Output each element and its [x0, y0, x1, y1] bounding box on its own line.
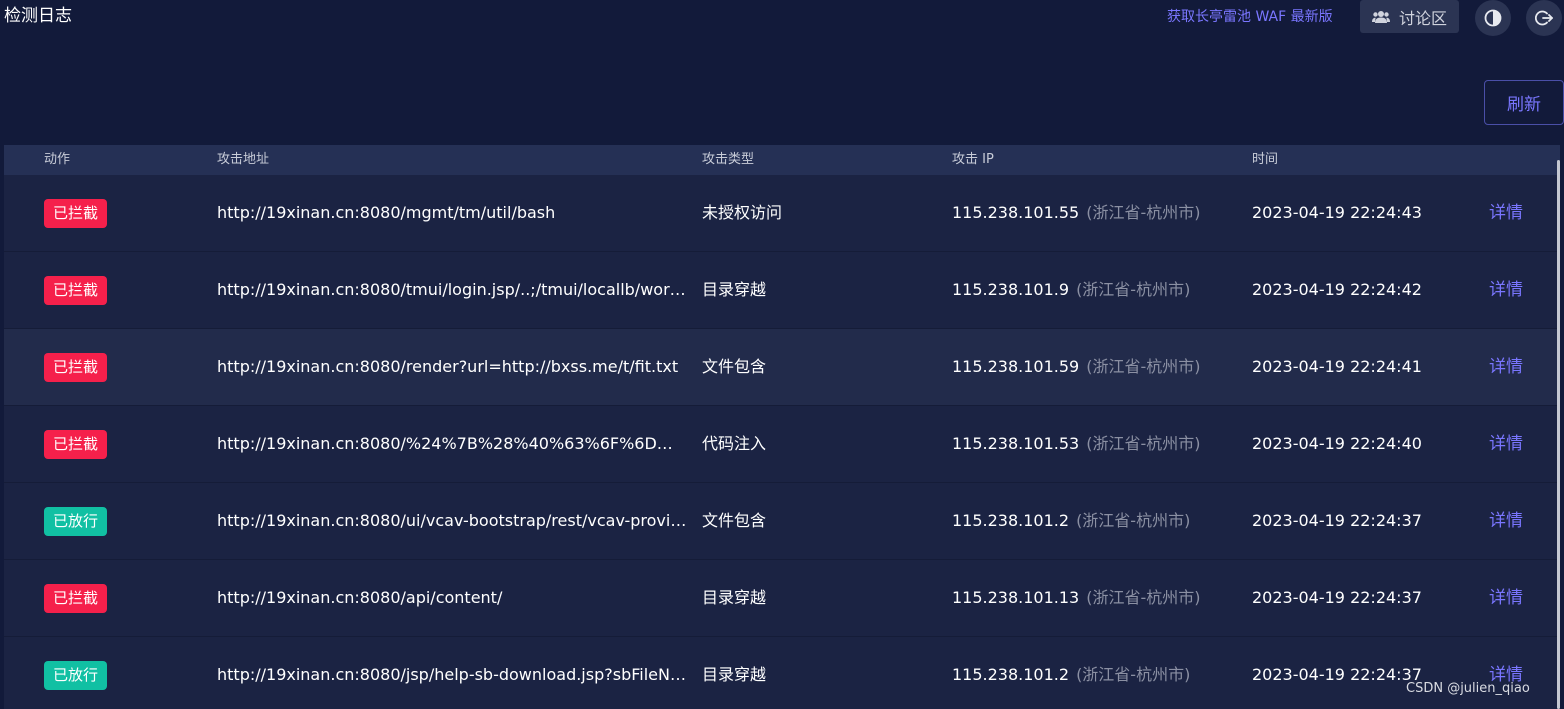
refresh-button[interactable]: 刷新 [1484, 80, 1564, 125]
attack-ip-cell: 115.238.101.53 (浙江省-杭州市) [952, 406, 1201, 482]
table-row: 已拦截 http://19xinan.cn:8080/%24%7B%28%40%… [4, 406, 1560, 483]
action-cell: 已拦截 [44, 252, 108, 328]
detail-link[interactable]: 详情 [1489, 560, 1523, 636]
attack-ip-cell: 115.238.101.2 (浙江省-杭州市) [952, 637, 1190, 709]
ip-location: (浙江省-杭州市) [1076, 665, 1191, 684]
theme-toggle-icon [1484, 9, 1502, 27]
ip-location: (浙江省-杭州市) [1076, 280, 1191, 299]
detail-link[interactable]: 详情 [1489, 252, 1523, 328]
attack-time: 2023-04-19 22:24:37 [1252, 511, 1422, 530]
action-cell: 已拦截 [44, 406, 108, 482]
detail-link[interactable]: 详情 [1489, 483, 1523, 559]
attack-type: 目录穿越 [702, 588, 767, 607]
attack-url: http://19xinan.cn:8080/ui/vcav-bootstrap… [217, 511, 687, 530]
table-header: 动作 攻击地址 攻击类型 攻击 IP 时间 [4, 145, 1560, 175]
attack-ip-cell: 115.238.101.55 (浙江省-杭州市) [952, 175, 1201, 251]
attack-type: 未授权访问 [702, 203, 783, 222]
action-cell: 已拦截 [44, 329, 108, 405]
attack-type: 目录穿越 [702, 665, 767, 684]
table-row: 已放行 http://19xinan.cn:8080/jsp/help-sb-d… [4, 637, 1560, 709]
column-header-time: 时间 [1252, 152, 1279, 167]
attack-type: 代码注入 [702, 434, 767, 453]
logout-button[interactable] [1526, 0, 1562, 36]
column-header-type: 攻击类型 [702, 152, 755, 167]
table-row: 已拦截 http://19xinan.cn:8080/tmui/login.js… [4, 252, 1560, 329]
attack-ip-cell: 115.238.101.59 (浙江省-杭州市) [952, 329, 1201, 405]
column-header-ip: 攻击 IP [952, 152, 994, 167]
app-window: 检测日志 获取长亭雷池 WAF 最新版 讨论区 刷新 动作 攻击地址 攻击类型 … [0, 0, 1564, 709]
table-row: 已放行 http://19xinan.cn:8080/ui/vcav-boots… [4, 483, 1560, 560]
action-cell: 已放行 [44, 637, 108, 709]
attack-url: http://19xinan.cn:8080/%24%7B%28%40%63%6… [217, 434, 687, 453]
table-row: 已拦截 http://19xinan.cn:8080/render?url=ht… [4, 329, 1560, 406]
attack-time: 2023-04-19 22:24:43 [1252, 203, 1422, 222]
status-badge: 已拦截 [44, 276, 108, 305]
attack-url: http://19xinan.cn:8080/api/content/ [217, 588, 503, 607]
theme-toggle-button[interactable] [1475, 0, 1511, 36]
action-cell: 已拦截 [44, 175, 108, 251]
attack-ip: 115.238.101.59 [952, 357, 1080, 376]
attack-url: http://19xinan.cn:8080/jsp/help-sb-downl… [217, 665, 687, 684]
ip-location: (浙江省-杭州市) [1086, 588, 1201, 607]
users-icon [1371, 10, 1390, 23]
table-row: 已拦截 http://19xinan.cn:8080/api/content/ … [4, 560, 1560, 637]
attack-ip: 115.238.101.9 [952, 280, 1070, 299]
page-title: 检测日志 [4, 6, 72, 26]
attack-time: 2023-04-19 22:24:37 [1252, 588, 1422, 607]
detail-link[interactable]: 详情 [1489, 175, 1523, 251]
attack-ip: 115.238.101.13 [952, 588, 1080, 607]
get-latest-link[interactable]: 获取长亭雷池 WAF 最新版 [1167, 7, 1333, 27]
attack-type: 文件包含 [702, 357, 767, 376]
attack-ip-cell: 115.238.101.9 (浙江省-杭州市) [952, 252, 1190, 328]
attack-url: http://19xinan.cn:8080/tmui/login.jsp/..… [217, 280, 687, 299]
status-badge: 已拦截 [44, 199, 108, 228]
watermark: CSDN @julien_qiao [1406, 681, 1530, 696]
status-badge: 已拦截 [44, 584, 108, 613]
status-badge: 已拦截 [44, 353, 108, 382]
attack-type: 文件包含 [702, 511, 767, 530]
forum-button[interactable]: 讨论区 [1360, 0, 1459, 33]
ip-location: (浙江省-杭州市) [1086, 357, 1201, 376]
column-header-action: 动作 [44, 152, 71, 167]
action-cell: 已拦截 [44, 560, 108, 636]
detection-log-table: 动作 攻击地址 攻击类型 攻击 IP 时间 已拦截 http://19xinan… [4, 145, 1560, 709]
ip-location: (浙江省-杭州市) [1086, 203, 1201, 222]
detail-link[interactable]: 详情 [1489, 329, 1523, 405]
attack-ip: 115.238.101.55 [952, 203, 1080, 222]
attack-time: 2023-04-19 22:24:41 [1252, 357, 1422, 376]
attack-time: 2023-04-19 22:24:37 [1252, 665, 1422, 684]
attack-time: 2023-04-19 22:24:40 [1252, 434, 1422, 453]
forum-label: 讨论区 [1398, 8, 1447, 28]
status-badge: 已放行 [44, 661, 108, 690]
attack-ip: 115.238.101.2 [952, 511, 1070, 530]
attack-time: 2023-04-19 22:24:42 [1252, 280, 1422, 299]
detail-link[interactable]: 详情 [1489, 637, 1523, 709]
attack-ip: 115.238.101.2 [952, 665, 1070, 684]
status-badge: 已拦截 [44, 430, 108, 459]
logout-icon [1535, 10, 1553, 26]
table-row: 已拦截 http://19xinan.cn:8080/mgmt/tm/util/… [4, 175, 1560, 252]
detail-link[interactable]: 详情 [1489, 406, 1523, 482]
attack-type: 目录穿越 [702, 280, 767, 299]
attack-ip-cell: 115.238.101.2 (浙江省-杭州市) [952, 483, 1190, 559]
attack-ip-cell: 115.238.101.13 (浙江省-杭州市) [952, 560, 1201, 636]
ip-location: (浙江省-杭州市) [1086, 434, 1201, 453]
attack-url: http://19xinan.cn:8080/render?url=http:/… [217, 357, 679, 376]
status-badge: 已放行 [44, 507, 108, 536]
attack-url: http://19xinan.cn:8080/mgmt/tm/util/bash [217, 203, 556, 222]
attack-ip: 115.238.101.53 [952, 434, 1080, 453]
ip-location: (浙江省-杭州市) [1076, 511, 1191, 530]
column-header-url: 攻击地址 [217, 152, 270, 167]
action-cell: 已放行 [44, 483, 108, 559]
table-scrollbar[interactable] [1557, 160, 1560, 709]
